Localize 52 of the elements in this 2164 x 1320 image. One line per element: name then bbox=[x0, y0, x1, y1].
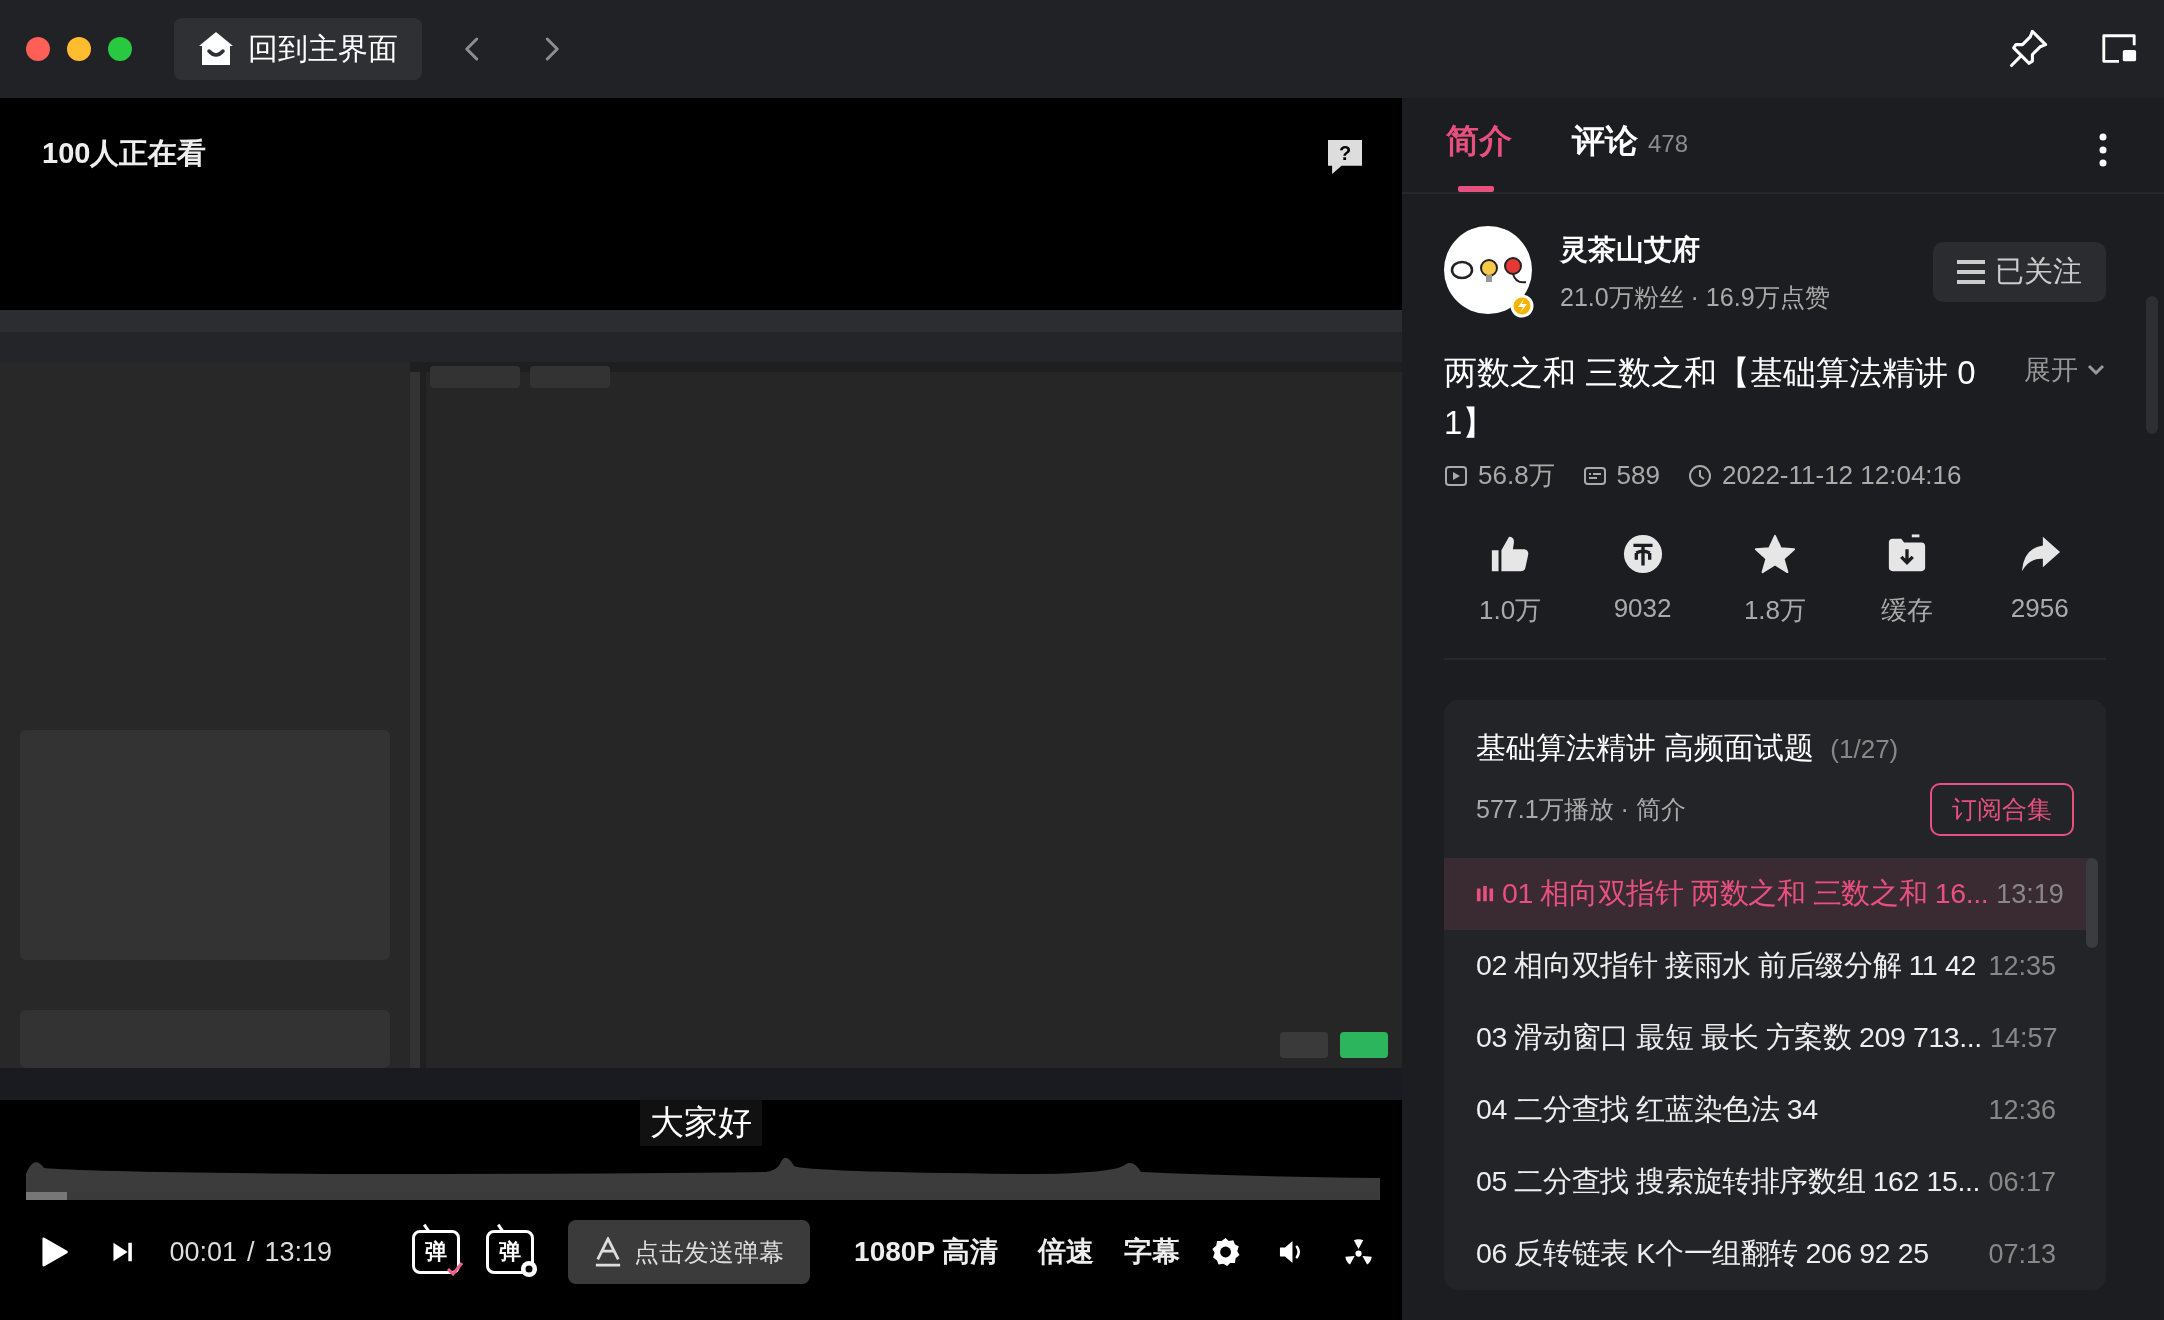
quality-button[interactable]: 1080P 高清 bbox=[854, 1233, 999, 1271]
star-icon bbox=[1752, 533, 1797, 575]
current-time: 00:01 bbox=[169, 1236, 237, 1268]
share-button[interactable]: 2956 bbox=[1984, 533, 2095, 628]
help-button[interactable]: ? bbox=[1328, 140, 1362, 174]
episode-item[interactable]: 06 反转链表 K个一组翻转 206 92 25 07:13 bbox=[1444, 1218, 2092, 1290]
gear-icon bbox=[519, 1259, 540, 1279]
comment-count: 478 bbox=[1648, 130, 1689, 158]
uploader-stats: 21.0万粉丝 · 16.9万点赞 bbox=[1560, 281, 1831, 313]
collection-position: (1/27) bbox=[1830, 734, 1899, 765]
captions-button[interactable]: 字幕 bbox=[1124, 1233, 1181, 1271]
close-button[interactable] bbox=[26, 37, 50, 61]
view-count: 56.8万 bbox=[1478, 459, 1555, 492]
home-button[interactable]: 回到主界面 bbox=[174, 18, 422, 80]
clock-icon bbox=[1688, 463, 1712, 488]
subscribe-button[interactable]: 订阅合集 bbox=[1930, 783, 2074, 836]
viewer-count: 100人正在看 bbox=[42, 136, 207, 171]
speed-button[interactable]: 倍速 bbox=[1038, 1233, 1095, 1271]
play-count-icon bbox=[1444, 463, 1468, 488]
episode-item[interactable]: 05 二分查找 搜索旋转排序数组 162 15... 06:17 bbox=[1444, 1146, 2092, 1218]
progress-track[interactable] bbox=[26, 1192, 1380, 1200]
time-separator: / bbox=[247, 1236, 255, 1268]
zoom-button[interactable] bbox=[108, 37, 132, 61]
follow-button[interactable]: 已关注 bbox=[1933, 242, 2106, 302]
tab[interactable]: 评论 478 bbox=[1572, 119, 1689, 192]
episode-item[interactable]: 02 相向双指针 接雨水 前后缀分解 11 42 12:35 bbox=[1444, 930, 2092, 1002]
minimize-button[interactable] bbox=[67, 37, 91, 61]
episode-item[interactable]: 01 相向双指针 两数之和 三数之和 16... 13:19 bbox=[1444, 858, 2092, 930]
danmaku-count: 589 bbox=[1616, 460, 1660, 491]
episode-item[interactable]: 03 滑动窗口 最短 最长 方案数 209 713... 14:57 bbox=[1444, 1002, 2092, 1074]
chevron-down-icon bbox=[2086, 363, 2106, 377]
collection-title: 基础算法精讲 高频面试题 bbox=[1476, 730, 1815, 766]
scrollbar-thumb[interactable] bbox=[2086, 858, 2098, 948]
tab[interactable]: 简介 bbox=[1446, 119, 1512, 192]
video-title: 两数之和 三数之和【基础算法精讲 01】 bbox=[1444, 353, 1977, 443]
uploader-name[interactable]: 灵茶山艾府 bbox=[1560, 230, 1933, 269]
collection-meta: 577.1万播放 · 简介 bbox=[1476, 794, 1686, 825]
check-icon bbox=[445, 1259, 466, 1279]
favorite-button[interactable]: 1.8万 bbox=[1719, 533, 1830, 628]
text-style-icon bbox=[594, 1237, 623, 1267]
more-icon[interactable] bbox=[2098, 132, 2108, 168]
publish-date: 2022-11-12 12:04:16 bbox=[1722, 460, 1962, 491]
list-icon bbox=[1957, 259, 1985, 285]
subtitle-text: 大家好 bbox=[640, 1100, 762, 1146]
like-button[interactable]: 1.0万 bbox=[1455, 533, 1566, 628]
expand-button[interactable]: 展开 bbox=[2024, 352, 2106, 388]
total-duration: 13:19 bbox=[264, 1236, 333, 1268]
coin-button[interactable]: 9032 bbox=[1587, 533, 1698, 628]
episode-item[interactable]: 04 二分查找 红蓝染色法 34 12:36 bbox=[1444, 1074, 2092, 1146]
send-danmaku-button[interactable]: 点击发送弹幕 bbox=[568, 1220, 811, 1284]
cache-button[interactable]: 缓存 bbox=[1852, 533, 1963, 628]
avatar-icon[interactable] bbox=[1444, 226, 1536, 318]
